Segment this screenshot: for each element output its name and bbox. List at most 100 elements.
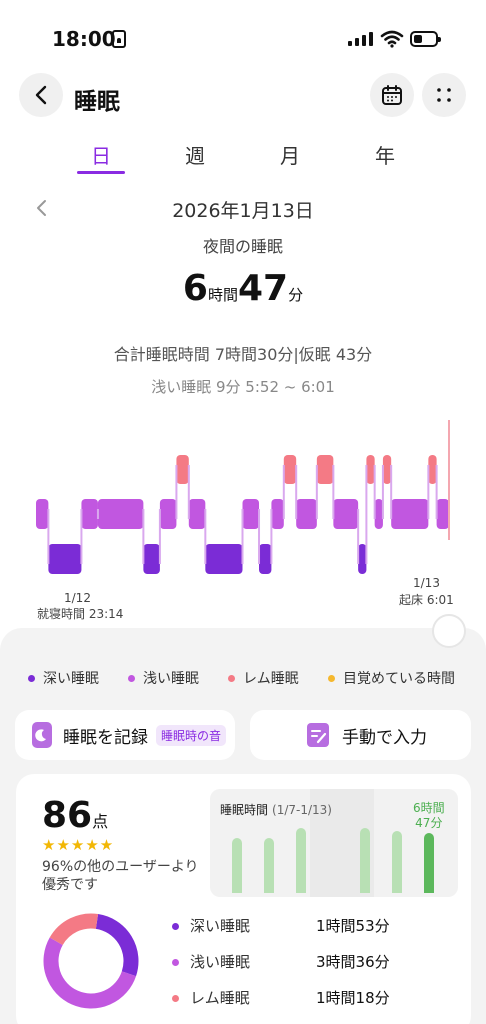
breakdown-dot [172,923,179,930]
manual-entry-button[interactable]: 手動で入力 [250,710,471,760]
breakdown-label: 浅い睡眠 [190,953,251,971]
percentile-text: 96%の他のユーザーより優秀です [42,859,199,893]
weekly-bar-1[interactable] [264,838,274,893]
breakdown-label: 深い睡眠 [190,917,251,935]
duration-hours-unit: 時間 [207,286,238,304]
weekly-last-value: 6時間 47分 [413,801,445,831]
breakdown-dot [172,995,179,1002]
wake-label: 起床 6:01 [399,593,454,607]
weekly-last-hours: 6時間 [413,801,445,815]
status-time: 18:00 [52,27,116,51]
weekly-sleep-chart[interactable]: 睡眠時間 (1/7-1/13) 6時間 47分 [210,789,458,897]
total-sleep-text: 合計睡眠時間 7時間30分|仮眠 43分 [113,345,373,364]
tab-indicator [77,171,125,174]
sleep-stage-donut [43,913,139,1009]
duration-minutes-unit: 分 [288,286,304,304]
donut-slice-2 [49,913,99,946]
legend-awake: 目覚めている時間 [328,668,455,688]
legend-label: 深い睡眠 [43,671,99,687]
breakdown-value: 3時間36分 [316,953,390,971]
more-grid-icon [437,88,451,102]
signal-icon [348,32,374,46]
hypnogram-segment-0 [36,499,49,529]
edit-note-icon [307,723,329,747]
duration-hours: 6 [182,268,208,309]
tab-day[interactable]: 日 [71,140,131,169]
hypnogram-segment-14 [316,455,334,484]
sleep-sound-tag: 睡眠時の音 [156,724,227,746]
score-value: 86 [42,795,93,836]
breakdown-value: 1時間18分 [316,989,390,1007]
legend-label: 浅い睡眠 [143,671,199,687]
manual-entry-label: 手動で入力 [342,727,427,748]
legend-label: レム睡眠 [243,671,299,687]
tab-week[interactable]: 週 [165,140,225,169]
breakdown-dot [172,959,179,966]
bedtime-label: 就寝時間 23:14 [37,607,124,621]
end-date-label: 1/13 [413,576,440,590]
breakdown-value: 1時間53分 [316,917,390,935]
weekly-bar-5[interactable] [424,833,434,893]
record-sleep-button[interactable]: 睡眠を記録 睡眠時の音 [15,710,235,760]
sleep-type-label: 夜間の睡眠 [202,237,283,256]
hypnogram-segment-8 [205,544,243,574]
sleep-duration: 6時間47分 [0,268,486,309]
score-stars: ★★★★★ [42,836,115,854]
donut-slice-1 [43,937,137,1009]
hypnogram-segment-5 [159,499,177,529]
hypnogram-segment-21 [428,455,437,484]
breakdown-row-deep: 深い睡眠 1時間53分 [172,915,402,937]
hypnogram-segment-7 [188,499,206,529]
score-unit: 点 [92,812,109,831]
wifi-icon [380,30,404,48]
hypnogram-segment-22 [436,499,449,529]
hypnogram-segment-6 [176,455,189,484]
hypnogram-segment-9 [242,499,260,529]
legend-dot [228,674,235,682]
hypnogram-segment-13 [296,499,317,529]
sleep-stage-chart[interactable]: 1/12 就寝時間 23:14 1/13 起床 6:01 [0,410,486,630]
battery-icon [410,31,441,47]
legend-rem: レム睡眠 [228,668,299,688]
hypnogram-segment-12 [283,455,297,484]
weekly-bar-2[interactable] [296,828,306,893]
calendar-button[interactable] [370,73,414,117]
weekly-last-minutes: 47分 [415,816,443,830]
hypnogram-segment-20 [391,499,429,529]
weekly-chart-title: 睡眠時間 (1/7-1/13) [220,801,332,818]
chevron-left-icon [35,85,47,105]
back-button[interactable] [19,73,63,117]
tab-year[interactable]: 年 [355,140,415,169]
donut-slice-0 [95,914,139,977]
legend-label: 目覚めている時間 [343,671,455,687]
duration-minutes: 47 [237,268,289,309]
breakdown-row-rem: レム睡眠 1時間18分 [172,987,402,1009]
weekly-bar-0[interactable] [232,838,242,893]
breakdown-label: レム睡眠 [190,989,250,1007]
date-label: 2026年1月13日 [172,200,314,222]
hypnogram-segment-4 [143,544,160,574]
more-button[interactable] [422,73,466,117]
sleep-score: 86点 [42,795,108,836]
record-sleep-label: 睡眠を記録 [63,727,148,748]
weekly-title: 睡眠時間 [220,803,269,817]
legend-deep: 深い睡眠 [28,668,99,688]
weekly-bar-3[interactable] [360,828,370,893]
tab-month[interactable]: 月 [260,140,320,169]
hypnogram-segment-18 [374,499,383,529]
status-bar: 18:00 [0,0,486,72]
weekly-range: (1/7-1/13) [272,803,332,817]
legend-light: 浅い睡眠 [128,668,199,688]
hypnogram-segment-19 [382,455,392,484]
hypnogram-segment-1 [48,544,82,574]
hypnogram-segment-16 [358,544,367,574]
legend-dot [328,674,335,682]
hypnogram-segment-15 [333,499,359,529]
chart-scrubber-handle[interactable] [432,614,466,648]
sleep-recorder-icon [32,722,52,748]
legend-dot [28,674,35,682]
weekly-bar-4[interactable] [392,831,402,893]
selected-stage-text: 浅い睡眠 9分 5:52 ~ 6:01 [151,378,335,396]
hypnogram-segment-11 [271,499,284,529]
hypnogram-segment-3 [97,499,144,529]
